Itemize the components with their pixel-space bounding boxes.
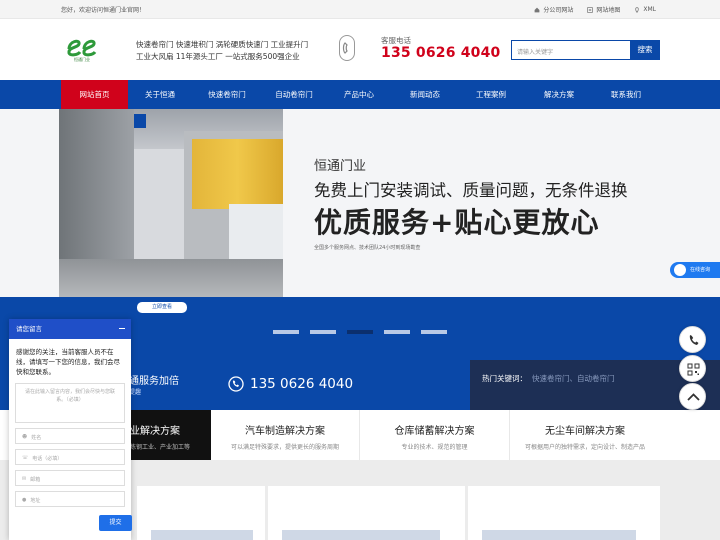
- logo-mark-icon: [67, 39, 97, 57]
- location-pin-icon: [635, 6, 640, 13]
- top-links: 分公司网站 网站地图 XML: [534, 5, 656, 14]
- banner-note: 全国多个服务网点、技术团队24小时到现场勘查: [314, 245, 421, 251]
- nav-item-news[interactable]: 新闻动态: [392, 80, 458, 109]
- solution-title: 仓库储蓄解决方案: [394, 426, 475, 437]
- phone-icon: [339, 35, 355, 61]
- top-link-label: XML: [643, 6, 656, 13]
- home-icon: [534, 7, 540, 12]
- nav-item-cases[interactable]: 工程案例: [458, 80, 524, 109]
- welcome-text: 您好，欢迎访问恒通门业官网！: [61, 7, 146, 14]
- product-card[interactable]: [268, 486, 465, 540]
- field-label: 邮箱: [30, 477, 41, 483]
- phone-circle-icon: [228, 376, 244, 392]
- product-card[interactable]: [137, 486, 265, 540]
- agent-avatar-icon: [674, 264, 686, 276]
- solution-card[interactable]: 业解决方案 炼钢工业、产业加工等: [130, 410, 211, 460]
- chat-submit-button[interactable]: 提交: [99, 515, 132, 531]
- top-link-label: 网站地图: [596, 7, 621, 14]
- chevron-up-icon: [687, 393, 700, 401]
- solution-card[interactable]: 无尘车间解决方案 可根据用户的独特需求，定向设计、制造产品: [510, 410, 660, 460]
- hotline-number: 135 0626 4040: [381, 45, 501, 61]
- solution-desc: 可根据用户的独特需求，定向设计、制造产品: [524, 444, 645, 451]
- banner-photo: [59, 109, 283, 297]
- carousel-dot[interactable]: [310, 330, 336, 334]
- carousel-dot-active[interactable]: [347, 330, 373, 334]
- nav-item-home[interactable]: 网站首页: [61, 80, 128, 109]
- field-label: 电话（必填）: [32, 456, 63, 462]
- location-icon: ●: [22, 497, 27, 503]
- header-slogan: 快速卷帘门 快速堆积门 涡轮硬质快速门 工业提升门 工业大风扇 11年源头工厂 …: [136, 39, 308, 63]
- main-nav: 网站首页 关于恒通 快速卷帘门 自动卷帘门 产品中心 新闻动态 工程案例 解决方…: [0, 80, 720, 109]
- float-back-to-top-button[interactable]: [679, 383, 706, 410]
- header: 恒通门业 快速卷帘门 快速堆积门 涡轮硬质快速门 工业提升门 工业大风扇 11年…: [0, 19, 720, 80]
- solution-desc: 专业的技术、规范的管理: [401, 444, 468, 451]
- nav-item-auto-roller[interactable]: 自动卷帘门: [262, 80, 326, 109]
- banner-title-service: 免费上门安装调试、质量问题，无条件退换: [314, 181, 628, 200]
- top-bar: 您好，欢迎访问恒通门业官网！ 分公司网站 网站地图 XML: [0, 0, 720, 19]
- banner-title-brand: 恒通门业: [314, 159, 367, 174]
- mail-icon: ✉: [22, 476, 27, 482]
- qrcode-icon: [687, 363, 700, 376]
- float-qrcode-button[interactable]: [679, 355, 706, 382]
- banner-title-main: 优质服务+贴心更放心: [314, 206, 600, 239]
- top-link-xml[interactable]: XML: [634, 5, 656, 14]
- slogan-line: 工业大风扇 11年源头工厂 一站式服务500强企业: [136, 52, 300, 61]
- nav-item-solutions[interactable]: 解决方案: [524, 80, 594, 109]
- chat-name-field[interactable]: ☻ 姓名: [15, 428, 125, 444]
- chat-header[interactable]: 请您留言: [9, 319, 131, 339]
- chat-message: 感谢您的关注，当前客服人员不在线，请填写一下您的信息，我们会尽快和您联系。: [16, 348, 120, 376]
- wall-logo-icon: [134, 114, 146, 128]
- field-label: 姓名: [31, 435, 42, 441]
- user-icon: ☻: [22, 434, 28, 440]
- solution-title: 业解决方案: [130, 426, 180, 437]
- online-consult-tab[interactable]: 在线咨询: [670, 262, 720, 278]
- solution-title: 无尘车间解决方案: [545, 426, 625, 437]
- solution-card[interactable]: 仓库储蓄解决方案 专业的技术、规范的管理: [360, 410, 509, 460]
- top-link-label: 分公司网站: [543, 7, 574, 14]
- chat-address-field[interactable]: ● 地址: [15, 491, 125, 507]
- carousel-dot[interactable]: [384, 330, 410, 334]
- nav-item-fast-roller[interactable]: 快速卷帘门: [192, 80, 262, 109]
- search-input[interactable]: 请输入关键字: [511, 40, 631, 60]
- chat-widget: 请您留言 感谢您的关注，当前客服人员不在线，请填写一下您的信息，我们会尽快和您联…: [9, 319, 132, 540]
- solution-card[interactable]: 汽车制造解决方案 可以满足特殊要求，提供更长的服务周期: [211, 410, 359, 460]
- top-link-branch[interactable]: 分公司网站: [534, 5, 573, 14]
- view-now-button[interactable]: 立即查看: [137, 302, 187, 313]
- strip-left-text: 通服务加倍: [129, 376, 179, 387]
- keywords-label: 热门关键词：: [482, 374, 527, 383]
- chat-phone-field[interactable]: ☏ 电话（必填）: [15, 449, 125, 465]
- logo[interactable]: 恒通门业: [66, 35, 98, 65]
- field-label: 地址: [30, 498, 41, 504]
- chat-message-input[interactable]: 请在此输入留言内容，我们会尽快与您联系。（必填）: [15, 383, 125, 423]
- sitemap-icon: [587, 6, 594, 13]
- search-button[interactable]: 搜索: [630, 40, 660, 60]
- online-consult-label: 在线咨询: [690, 267, 711, 273]
- minimize-icon[interactable]: [119, 328, 125, 329]
- carousel-dot[interactable]: [421, 330, 447, 334]
- phone-icon: [689, 335, 699, 345]
- solution-desc: 可以满足特殊要求，提供更长的服务周期: [230, 444, 339, 451]
- top-link-sitemap[interactable]: 网站地图: [587, 5, 620, 14]
- nav-item-about[interactable]: 关于恒通: [128, 80, 192, 109]
- nav-item-products[interactable]: 产品中心: [326, 80, 392, 109]
- strip-phone-number: 135 0626 4040: [250, 376, 354, 392]
- solution-desc: 炼钢工业、产业加工等: [130, 444, 191, 451]
- strip-phone: 135 0626 4040: [228, 376, 353, 392]
- product-card[interactable]: [468, 486, 660, 540]
- solution-title: 汽车制造解决方案: [245, 426, 325, 437]
- chat-email-field[interactable]: ✉ 邮箱: [15, 470, 125, 486]
- chat-title: 请您留言: [16, 325, 42, 333]
- slogan-line: 快速卷帘门 快速堆积门 涡轮硬质快速门 工业提升门: [136, 40, 309, 49]
- hero-banner[interactable]: 恒通门业 免费上门安装调试、质量问题，无条件退换 优质服务+贴心更放心 全国多个…: [0, 109, 720, 297]
- keywords-links[interactable]: 快速卷帘门、自动卷帘门: [532, 373, 615, 384]
- logo-subtext: 恒通门业: [74, 57, 90, 62]
- carousel-dot[interactable]: [273, 330, 299, 334]
- yellow-door-image: [192, 139, 283, 209]
- phone-icon: ☏: [22, 455, 29, 461]
- nav-item-contact[interactable]: 联系我们: [594, 80, 658, 109]
- float-phone-button[interactable]: [679, 326, 706, 353]
